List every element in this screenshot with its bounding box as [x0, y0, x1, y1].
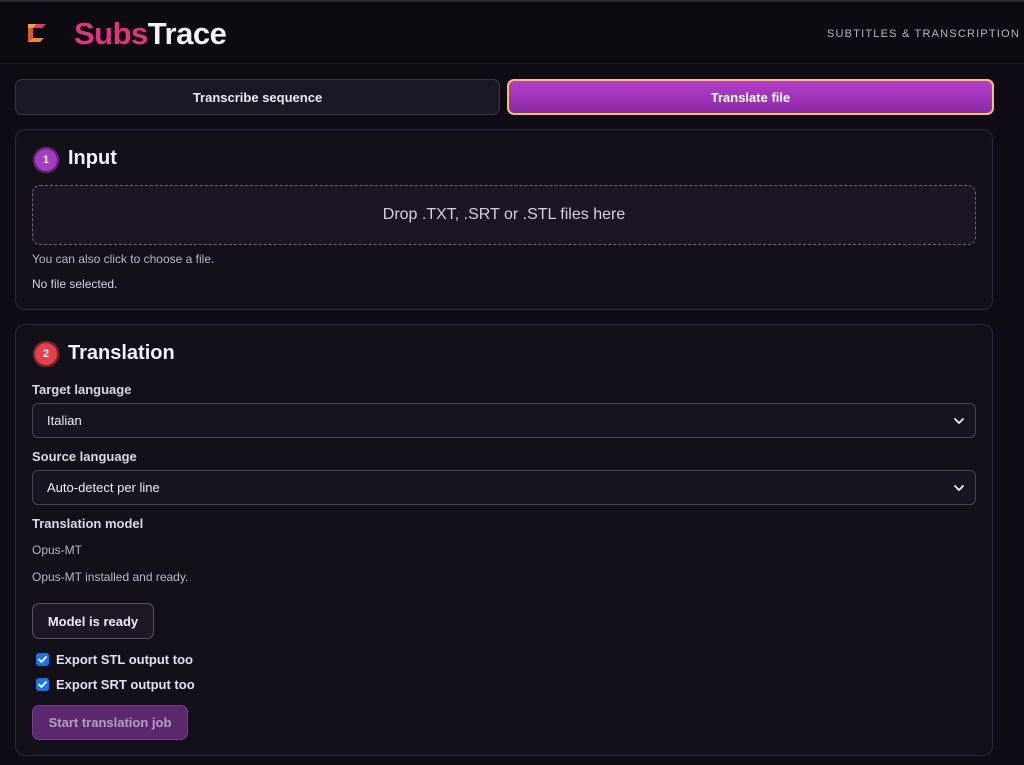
logo-icon	[28, 24, 46, 42]
tab-translate-file[interactable]: Translate file	[507, 79, 994, 115]
chevron-down-icon	[954, 485, 964, 491]
input-card: 1 Input Drop .TXT, .SRT or .STL files he…	[15, 129, 993, 310]
tab-transcribe-sequence[interactable]: Transcribe sequence	[15, 79, 500, 115]
chevron-down-icon	[954, 418, 964, 424]
translation-model-label: Translation model	[32, 516, 144, 531]
target-language-label: Target language	[32, 382, 132, 397]
file-status: No file selected.	[32, 277, 118, 291]
checkmark-icon	[38, 655, 47, 663]
brand-part-trace: Trace	[147, 16, 227, 51]
brand-part-subs: Subs	[74, 16, 148, 51]
source-language-value: Auto-detect per line	[47, 480, 160, 495]
export-stl-row: Export STL output too	[36, 651, 193, 667]
model-ready-button[interactable]: Model is ready	[32, 603, 154, 639]
start-translation-button[interactable]: Start translation job	[32, 705, 188, 740]
export-srt-label: Export SRT output too	[56, 676, 195, 692]
checkmark-icon	[38, 680, 47, 688]
translation-card: 2 Translation Target language Italian So…	[15, 324, 993, 756]
tagline: SUBTITLES & TRANSCRIPTION	[827, 28, 1020, 40]
dropzone-hint: You can also click to choose a file.	[32, 252, 215, 266]
step-badge-1: 1	[33, 147, 59, 173]
model-status: Opus-MT installed and ready.	[32, 570, 189, 584]
target-language-value: Italian	[47, 413, 82, 428]
translation-title: Translation	[68, 342, 175, 364]
mode-tabs: Transcribe sequence Translate file	[15, 79, 994, 115]
export-stl-label: Export STL output too	[56, 651, 193, 667]
top-bar: SubsTrace SUBTITLES & TRANSCRIPTION	[0, 0, 1024, 64]
source-language-label: Source language	[32, 449, 137, 464]
step-badge-2: 2	[33, 341, 59, 367]
export-stl-checkbox[interactable]	[36, 652, 49, 666]
brand-name: SubsTrace	[74, 16, 227, 52]
target-language-select[interactable]: Italian	[32, 403, 976, 438]
export-srt-row: Export SRT output too	[36, 676, 195, 692]
input-title: Input	[68, 147, 117, 169]
model-name: Opus-MT	[32, 543, 83, 557]
source-language-select[interactable]: Auto-detect per line	[32, 470, 976, 505]
file-dropzone[interactable]: Drop .TXT, .SRT or .STL files here	[32, 185, 976, 245]
export-srt-checkbox[interactable]	[36, 677, 49, 691]
